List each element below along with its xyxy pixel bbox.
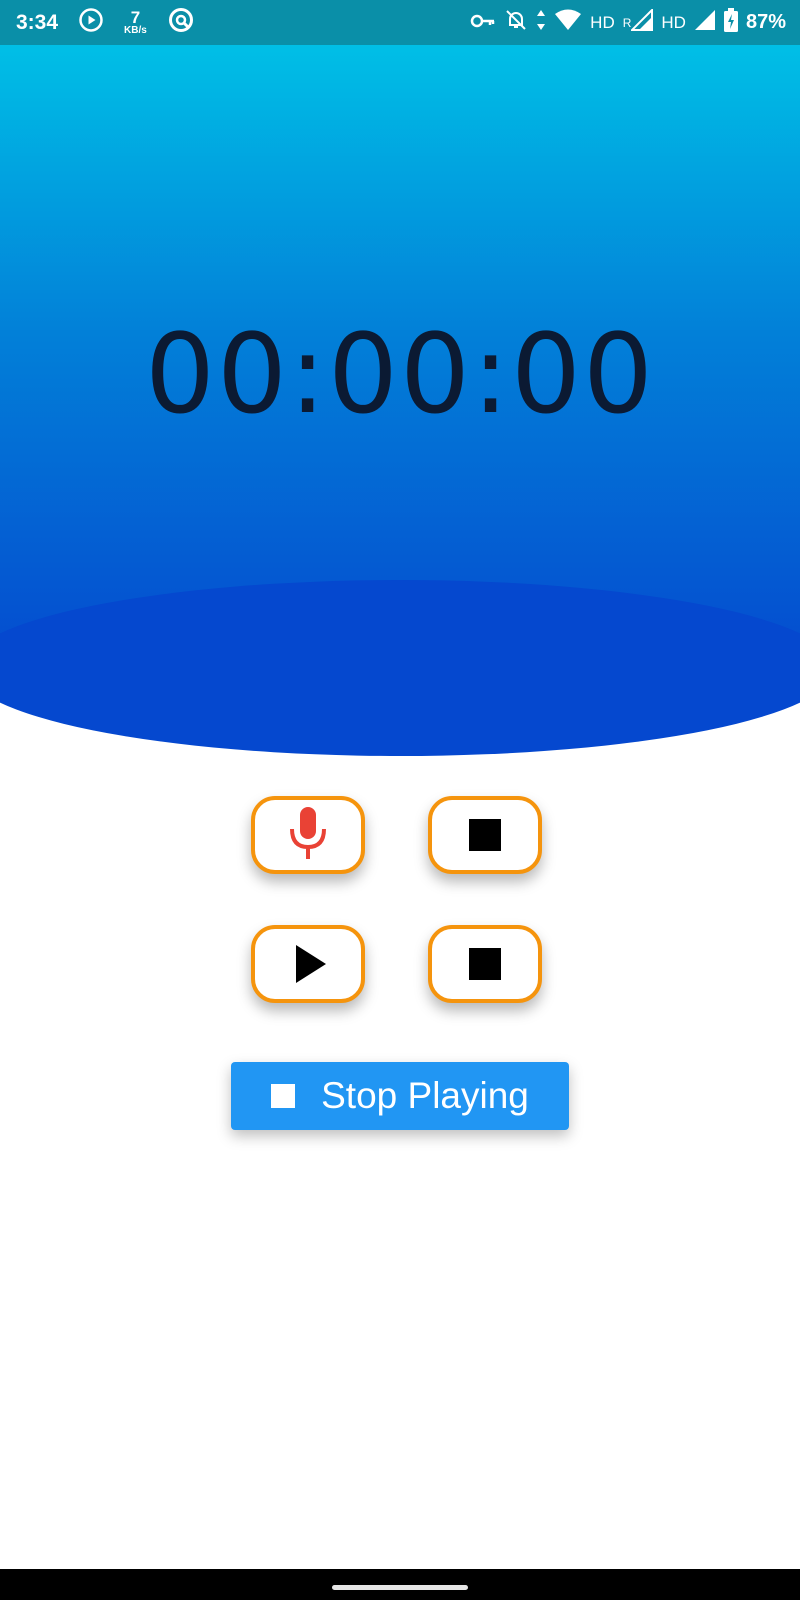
- navigation-bar: [0, 1569, 800, 1600]
- notifications-off-icon: [504, 8, 528, 38]
- timer-header: 00:00:00: [0, 45, 800, 757]
- status-bar-left: 3:34 7 KB/s: [16, 6, 215, 40]
- home-handle[interactable]: [332, 1585, 468, 1590]
- signal-icon: [629, 7, 654, 37]
- clock: 3:34: [16, 10, 59, 34]
- stop-recording-button[interactable]: [428, 796, 542, 874]
- battery-percent: 87%: [745, 11, 786, 33]
- stop-playback-button[interactable]: [428, 925, 542, 1003]
- roaming-label: R: [622, 15, 632, 30]
- play-button[interactable]: [251, 925, 365, 1003]
- stop-playing-label: Stop Playing: [321, 1075, 529, 1116]
- stop-icon: [469, 819, 501, 851]
- network-speed: 7 KB/s: [124, 9, 147, 36]
- record-button[interactable]: [251, 796, 365, 874]
- signal-full-icon: [694, 9, 716, 37]
- status-bar-right: HD R HD 87%: [462, 7, 786, 38]
- hd-label-2: HD: [661, 12, 686, 32]
- network-speed-value: 7: [130, 8, 141, 27]
- header-curve: [0, 580, 800, 756]
- data-arrows-icon: [536, 9, 546, 37]
- wifi-icon: [554, 9, 582, 37]
- play-icon: [296, 945, 326, 983]
- battery-charging-icon: [723, 7, 738, 38]
- vpn-key-icon: [470, 11, 496, 35]
- stop-icon: [271, 1084, 296, 1108]
- network-speed-unit: KB/s: [124, 25, 147, 36]
- play-circle-icon: [78, 7, 104, 39]
- status-bar: 3:34 7 KB/s HD R HD 87%: [0, 0, 800, 45]
- timer-display: 00:00:00: [144, 310, 656, 438]
- stop-icon: [469, 948, 501, 980]
- hd-label: HD: [590, 12, 615, 32]
- mic-icon: [288, 805, 328, 866]
- stop-playing-button[interactable]: Stop Playing: [231, 1062, 569, 1130]
- data-saver-icon: [167, 6, 195, 40]
